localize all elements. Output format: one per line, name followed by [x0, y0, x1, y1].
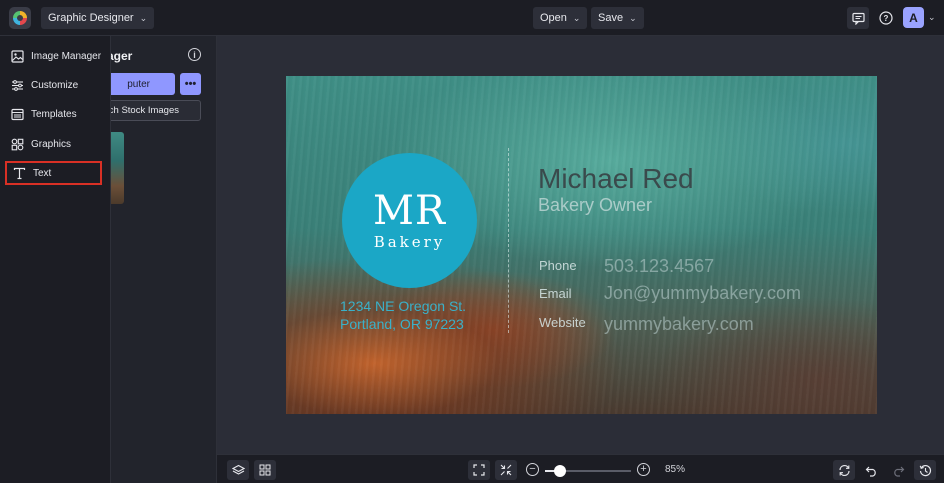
undo-icon: [865, 466, 876, 477]
address-line-1[interactable]: 1234 NE Oregon St.: [340, 298, 466, 314]
image-thumbnail[interactable]: [111, 132, 124, 204]
zoom-slider-thumb[interactable]: [554, 465, 567, 477]
more-options-button[interactable]: •••: [180, 73, 201, 95]
chevron-down-icon: ⌄: [572, 12, 581, 23]
logo-word: Bakery: [373, 232, 446, 251]
help-button[interactable]: ?: [875, 7, 897, 29]
app-logo[interactable]: [9, 7, 31, 29]
chevron-down-icon: ⌄: [629, 12, 637, 23]
zoom-level: 85%: [665, 464, 686, 475]
sidebar-item-graphics[interactable]: Graphics: [5, 132, 102, 156]
info-icon[interactable]: i: [188, 48, 201, 61]
app-mode-label: Graphic Designer: [48, 12, 134, 24]
sidebar: Image Manager Customize Templates Graphi…: [0, 36, 111, 483]
grid-icon: [259, 464, 271, 476]
svg-text:?: ?: [884, 14, 889, 23]
sliders-icon: [12, 79, 23, 91]
history-icon: [919, 464, 931, 476]
open-dropdown[interactable]: Open ⌄: [533, 7, 588, 29]
comment-button[interactable]: [847, 7, 869, 29]
phone-label[interactable]: Phone: [539, 258, 577, 273]
graphics-icon: [11, 138, 24, 150]
zoom-in-button[interactable]: +: [637, 463, 650, 476]
text-icon: [13, 167, 26, 179]
top-bar: Graphic Designer ⌄ Open ⌄ Save ⌄ ? A ⌄: [0, 0, 944, 36]
sidebar-item-image-manager[interactable]: Image Manager: [5, 44, 102, 68]
sidebar-item-label: Templates: [31, 108, 77, 120]
templates-icon: [11, 108, 24, 120]
upload-computer-button[interactable]: puter: [111, 73, 175, 95]
logo-circle[interactable]: MR Bakery: [342, 153, 477, 288]
card-role[interactable]: Bakery Owner: [538, 195, 652, 216]
business-card-canvas[interactable]: MR Bakery 1234 NE Oregon St. Portland, O…: [286, 76, 877, 414]
save-label: Save: [598, 12, 624, 24]
grid-button[interactable]: [254, 460, 276, 480]
save-dropdown[interactable]: Save ⌄: [591, 7, 644, 29]
sidebar-item-templates[interactable]: Templates: [5, 102, 102, 126]
layers-icon: [231, 464, 245, 475]
address-line-2[interactable]: Portland, OR 97223: [340, 316, 464, 332]
card-name[interactable]: Michael Red: [538, 163, 694, 195]
shrink-button[interactable]: [495, 460, 517, 480]
comment-icon: [851, 12, 865, 25]
zoom-slider[interactable]: [545, 465, 631, 477]
sidebar-item-customize[interactable]: Customize: [5, 73, 102, 97]
website-value[interactable]: yummybakery.com: [604, 314, 754, 335]
email-label[interactable]: Email: [539, 286, 572, 301]
layers-button[interactable]: [227, 460, 249, 480]
fit-screen-button[interactable]: [468, 460, 490, 480]
sidebar-item-text[interactable]: Text: [5, 161, 102, 185]
sidebar-item-label: Image Manager: [31, 50, 102, 62]
image-manager-panel: ager i puter ••• ch Stock Images: [111, 36, 217, 483]
sidebar-item-label: Text: [33, 167, 52, 179]
help-icon: ?: [879, 11, 893, 25]
logo-icon: [13, 11, 27, 25]
search-stock-images-button[interactable]: ch Stock Images: [111, 100, 201, 121]
shrink-icon: [500, 464, 512, 476]
dashed-divider: [508, 148, 509, 333]
image-icon: [11, 49, 24, 63]
history-button[interactable]: [914, 460, 936, 480]
sidebar-item-label: Graphics: [31, 138, 72, 150]
refresh-button[interactable]: [833, 460, 855, 480]
chevron-down-icon: ⌄: [139, 12, 148, 23]
sidebar-item-label: Customize: [31, 79, 79, 91]
redo-icon: [893, 466, 904, 477]
redo-button[interactable]: [887, 460, 909, 480]
app-mode-dropdown[interactable]: Graphic Designer ⌄: [41, 7, 155, 29]
avatar[interactable]: A: [903, 7, 924, 28]
logo-initials: MR: [372, 187, 447, 234]
zoom-out-button[interactable]: −: [526, 463, 539, 476]
chevron-down-icon[interactable]: ⌄: [928, 12, 936, 23]
open-label: Open: [540, 12, 567, 24]
refresh-icon: [838, 464, 850, 476]
phone-value[interactable]: 503.123.4567: [604, 256, 714, 277]
panel-title: ager: [111, 49, 133, 63]
expand-icon: [473, 464, 485, 476]
bottom-toolbar: − + 85%: [217, 454, 944, 483]
website-label[interactable]: Website: [539, 315, 586, 330]
email-value[interactable]: Jon@yummybakery.com: [604, 283, 801, 304]
undo-button[interactable]: [860, 460, 882, 480]
canvas-workspace: MR Bakery 1234 NE Oregon St. Portland, O…: [217, 36, 944, 454]
